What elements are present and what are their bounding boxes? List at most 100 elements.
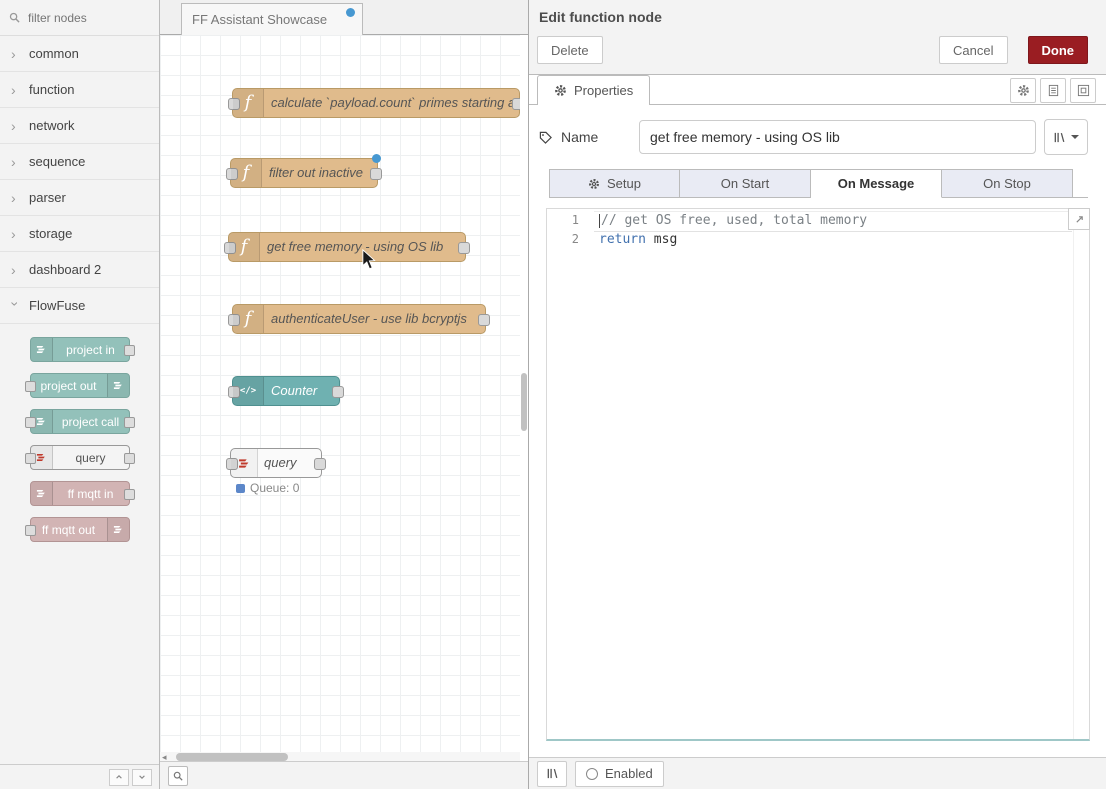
cancel-button[interactable]: Cancel (939, 36, 1007, 64)
flow-node-calculate-primes[interactable]: f calculate `payload.count` primes start… (232, 88, 520, 118)
palette-category-function[interactable]: › function (0, 72, 159, 108)
palette-category-network[interactable]: › network (0, 108, 159, 144)
workspace-tab-label: FF Assistant Showcase (192, 12, 327, 27)
palette-filter-input[interactable] (26, 10, 150, 26)
palette-category-storage[interactable]: › storage (0, 216, 159, 252)
flow-node-authenticate-user[interactable]: f authenticateUser - use lib bcryptjs (232, 304, 486, 334)
output-port (124, 417, 135, 428)
tab-on-start[interactable]: On Start (680, 169, 811, 198)
collapse-all-button[interactable] (109, 769, 129, 786)
palette-flowfuse-nodes: project in project out project call (0, 324, 159, 542)
delete-button[interactable]: Delete (537, 36, 603, 64)
expand-editor-button[interactable] (1068, 208, 1090, 230)
chevron-down-icon (1071, 135, 1079, 139)
name-input[interactable] (639, 120, 1036, 154)
tab-on-stop[interactable]: On Stop (942, 169, 1073, 198)
palette-node-project-call[interactable]: project call (30, 409, 130, 434)
enabled-label: Enabled (605, 766, 653, 781)
chevron-right-icon: › (11, 155, 20, 169)
palette-node-ff-mqtt-in[interactable]: ff mqtt in (30, 481, 130, 506)
library-button[interactable] (1044, 119, 1088, 155)
palette-footer (0, 764, 159, 789)
node-status: Queue: 0 (236, 481, 299, 495)
tray-toolbar: Properties (529, 75, 1106, 105)
palette-node-ff-mqtt-out[interactable]: ff mqtt out (30, 517, 130, 542)
node-label: Counter (271, 377, 335, 405)
appearance-button[interactable] (1070, 78, 1096, 103)
book-icon (546, 767, 559, 780)
node-settings-button[interactable] (1010, 78, 1036, 103)
chevron-right-icon: › (11, 263, 20, 277)
output-port[interactable] (458, 242, 470, 254)
line-number: 1 (547, 211, 593, 230)
enabled-toggle-button[interactable]: Enabled (575, 761, 664, 787)
chevron-right-icon: › (11, 191, 20, 205)
canvas-footer (160, 761, 528, 789)
tray-header: Edit function node Delete Cancel Done (529, 0, 1106, 75)
flowfuse-logo-icon (231, 449, 258, 477)
tray-tool-buttons (1010, 78, 1096, 103)
palette-category-dashboard2[interactable]: › dashboard 2 (0, 252, 159, 288)
palette-sidebar: › common › function › network › sequence… (0, 0, 160, 789)
output-port[interactable] (370, 168, 382, 180)
code-line: return msg (599, 230, 1072, 249)
output-port (124, 489, 135, 500)
document-icon (1047, 84, 1060, 97)
palette-node-query[interactable]: query (30, 445, 130, 470)
tag-icon (539, 131, 552, 144)
function-icon: f (231, 159, 262, 187)
tab-properties[interactable]: Properties (537, 75, 650, 105)
minimap[interactable] (1073, 209, 1089, 739)
code-line: // get OS free, used, total memory (599, 211, 1072, 230)
flow-node-query[interactable]: query (230, 448, 322, 478)
expand-all-button[interactable] (132, 769, 152, 786)
library-export-button[interactable] (537, 761, 567, 787)
output-port[interactable] (478, 314, 490, 326)
flow-node-get-free-memory[interactable]: f get free memory - using OS lib (228, 232, 466, 262)
flow-canvas[interactable]: f calculate `payload.count` primes start… (160, 35, 520, 752)
code-content[interactable]: // get OS free, used, total memory retur… (599, 211, 1072, 249)
template-icon: </> (233, 377, 264, 405)
flowfuse-logo-icon (31, 338, 53, 361)
name-field-row: Name (539, 119, 1088, 155)
palette-category-parser[interactable]: › parser (0, 180, 159, 216)
tab-on-message[interactable]: On Message (811, 169, 942, 198)
node-label: filter out inactive (269, 159, 373, 187)
scrollbar-thumb[interactable] (176, 753, 288, 761)
palette-category-flowfuse[interactable]: › FlowFuse (0, 288, 159, 324)
tray-title: Edit function node (539, 9, 1088, 25)
line-number-gutter: 1 2 (547, 211, 593, 249)
output-port[interactable] (314, 458, 326, 470)
text-cursor (599, 214, 600, 228)
status-text: Queue: 0 (250, 481, 299, 495)
properties-tab-label: Properties (574, 83, 633, 98)
palette-node-project-out[interactable]: project out (30, 373, 130, 398)
palette-node-label: ff mqtt out (31, 518, 107, 541)
palette-node-label: project in (53, 338, 129, 361)
palette-node-label: project out (31, 374, 107, 397)
output-port[interactable] (512, 98, 520, 110)
done-button[interactable]: Done (1028, 36, 1089, 64)
flow-node-filter-out-inactive[interactable]: f filter out inactive (230, 158, 378, 188)
palette-node-project-in[interactable]: project in (30, 337, 130, 362)
scrollbar-thumb[interactable] (521, 373, 527, 431)
vertical-scrollbar[interactable] (520, 35, 528, 752)
input-port (25, 381, 36, 392)
flowfuse-logo-icon (31, 482, 53, 505)
palette-category-sequence[interactable]: › sequence (0, 144, 159, 180)
output-port[interactable] (332, 386, 344, 398)
search-icon (9, 12, 20, 23)
search-flows-button[interactable] (168, 766, 188, 786)
chevron-down-icon: › (9, 301, 23, 310)
chevron-right-icon: › (11, 227, 20, 241)
palette-node-label: project call (53, 410, 129, 433)
mouse-cursor (362, 249, 376, 270)
category-label: common (29, 46, 79, 61)
description-button[interactable] (1040, 78, 1066, 103)
function-icon: f (233, 305, 264, 333)
tab-setup[interactable]: Setup (549, 169, 680, 198)
workspace-tab[interactable]: FF Assistant Showcase (181, 3, 363, 35)
palette-search (0, 0, 159, 36)
flow-node-counter[interactable]: </> Counter (232, 376, 340, 406)
palette-category-common[interactable]: › common (0, 36, 159, 72)
